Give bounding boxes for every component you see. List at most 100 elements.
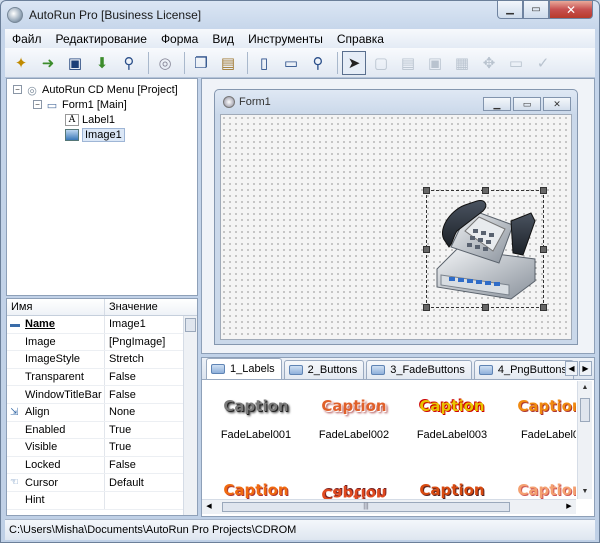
resize-handle[interactable] [482, 304, 489, 311]
resize-handle[interactable] [540, 304, 547, 311]
tab-right-arrow-icon[interactable]: ▶ [579, 361, 592, 376]
scroll-down-icon[interactable]: ▼ [578, 485, 592, 499]
resize-handle[interactable] [423, 246, 430, 253]
scroll-thumb[interactable] [185, 318, 196, 332]
property-row[interactable]: Transparent False [7, 368, 197, 387]
tree-node-project[interactable]: − ◎ AutoRun CD Menu [Project] [13, 82, 178, 97]
tab-labels[interactable]: 1_Labels [206, 358, 282, 379]
menu-help[interactable]: Справка [330, 32, 391, 46]
menu-tools[interactable]: Инструменты [241, 32, 330, 46]
gallery-item-label: FadeLabel0 [520, 429, 576, 441]
title-bar[interactable]: AutoRun Pro [Business License] ▁ ▭ ✕ [1, 1, 599, 29]
preview-button[interactable]: ⚲ [306, 51, 330, 75]
panel-icon: ▢ [373, 54, 389, 72]
gallery-item[interactable]: Caption FadeLabel003 [406, 397, 498, 441]
minimize-button[interactable]: ▁ [497, 1, 523, 19]
gallery-item[interactable]: Caption FadeLabel0 [504, 397, 576, 441]
label-tool-button[interactable]: ▤ [396, 51, 420, 75]
menu-edit[interactable]: Редактирование [49, 32, 154, 46]
property-value[interactable]: [PngImage] [105, 336, 165, 348]
image-tool-icon: ▣ [427, 54, 443, 72]
export-button[interactable]: ➜ [36, 51, 60, 75]
property-row[interactable]: WindowTitleBar False [7, 386, 197, 404]
form-button[interactable]: ▭ [279, 51, 303, 75]
pointer-tool-button[interactable]: ➤ [342, 50, 366, 75]
gallery-item[interactable]: Caption FadeLabel001 [210, 397, 302, 441]
header-value[interactable]: Значение [105, 299, 158, 315]
collapse-icon[interactable]: − [33, 100, 42, 109]
gallery-item[interactable]: Caption [308, 481, 400, 499]
resize-handle[interactable] [540, 187, 547, 194]
ok-button-tool[interactable]: ▭ [504, 51, 528, 75]
tree-node-image[interactable]: Image1 [65, 127, 125, 142]
property-value[interactable]: None [105, 406, 135, 418]
gallery-horizontal-scrollbar[interactable]: ◀ ||| ▶ [202, 499, 576, 514]
property-row[interactable]: Enabled True [7, 421, 197, 440]
property-row[interactable]: ImageStyle Stretch [7, 351, 197, 369]
gallery-item[interactable]: Caption [504, 481, 576, 499]
tab-buttons[interactable]: 2_Buttons [283, 360, 365, 379]
save-button[interactable]: ▣ [63, 51, 87, 75]
property-row[interactable]: ⇲ Align None [7, 403, 197, 422]
property-name: Hint [7, 491, 105, 509]
check-tool-button[interactable]: ✓ [531, 51, 555, 75]
tree-node-form[interactable]: − ▭ Form1 [Main] [33, 97, 127, 112]
property-value[interactable]: False [105, 389, 136, 401]
property-name: ☜ Cursor [7, 474, 105, 491]
cd-button[interactable]: ◎ [153, 51, 177, 75]
resize-handle[interactable] [423, 187, 430, 194]
property-value[interactable]: Stretch [105, 353, 144, 365]
image-tool-button[interactable]: ▣ [423, 51, 447, 75]
menu-view[interactable]: Вид [205, 32, 241, 46]
resize-handle[interactable] [423, 304, 430, 311]
property-value[interactable]: False [105, 459, 136, 471]
selected-image[interactable] [423, 187, 547, 311]
tree-node-label[interactable]: A Label1 [65, 112, 115, 127]
property-row[interactable]: ▬ Name Image1 [7, 316, 197, 334]
grid-tool-button[interactable]: ▦ [450, 51, 474, 75]
find-button[interactable]: ⚲ [117, 51, 141, 75]
menu-file[interactable]: Файл [5, 32, 49, 46]
tab-fadebuttons[interactable]: 3_FadeButtons [366, 360, 472, 379]
property-name: ▬ Name [7, 316, 105, 333]
property-row[interactable]: ☜ Cursor Default [7, 474, 197, 492]
tab-pngbuttons[interactable]: 4_PngButtons [473, 360, 574, 379]
menu-form[interactable]: Форма [154, 32, 205, 46]
import-button[interactable]: ⬇ [90, 51, 114, 75]
copy-button[interactable]: ❐ [189, 51, 213, 75]
property-row[interactable]: Hint [7, 491, 197, 510]
gallery-item[interactable]: Caption [406, 481, 498, 499]
close-button[interactable]: ✕ [549, 1, 593, 19]
header-name[interactable]: Имя [7, 299, 105, 315]
property-row[interactable]: Image [PngImage] [7, 333, 197, 352]
scroll-thumb[interactable] [580, 398, 590, 422]
tab-left-arrow-icon[interactable]: ◀ [565, 361, 578, 376]
property-value[interactable]: True [105, 424, 131, 436]
move-tool-button[interactable]: ✥ [477, 51, 501, 75]
maximize-button[interactable]: ▭ [523, 1, 549, 19]
gallery-vertical-scrollbar[interactable]: ▲ ▼ [577, 381, 592, 499]
wizard-button[interactable]: ✦ [9, 51, 33, 75]
property-row[interactable]: Visible True [7, 439, 197, 457]
properties-scrollbar[interactable] [183, 316, 197, 515]
panel-tool-button[interactable]: ▢ [369, 51, 393, 75]
property-value[interactable]: Default [105, 477, 144, 489]
property-value[interactable]: True [105, 441, 131, 453]
property-name: WindowTitleBar [7, 386, 105, 403]
scroll-left-icon[interactable]: ◀ [202, 500, 216, 514]
new-form-button[interactable]: ▯ [252, 51, 276, 75]
scroll-up-icon[interactable]: ▲ [578, 381, 592, 395]
gallery-item[interactable]: Caption FadeLabel002 [308, 397, 400, 441]
scroll-right-icon[interactable]: ▶ [562, 500, 576, 514]
resize-handle[interactable] [482, 187, 489, 194]
form-canvas[interactable] [220, 114, 572, 340]
scroll-thumb[interactable]: ||| [222, 502, 510, 512]
collapse-icon[interactable]: − [13, 85, 22, 94]
property-value[interactable]: Image1 [105, 318, 146, 330]
name-property-icon: ▬ [10, 319, 20, 330]
property-row[interactable]: Locked False [7, 456, 197, 475]
gallery-item[interactable]: Caption [210, 481, 302, 499]
paste-button[interactable]: ▤ [216, 51, 240, 75]
resize-handle[interactable] [540, 246, 547, 253]
property-value[interactable]: False [105, 371, 136, 383]
